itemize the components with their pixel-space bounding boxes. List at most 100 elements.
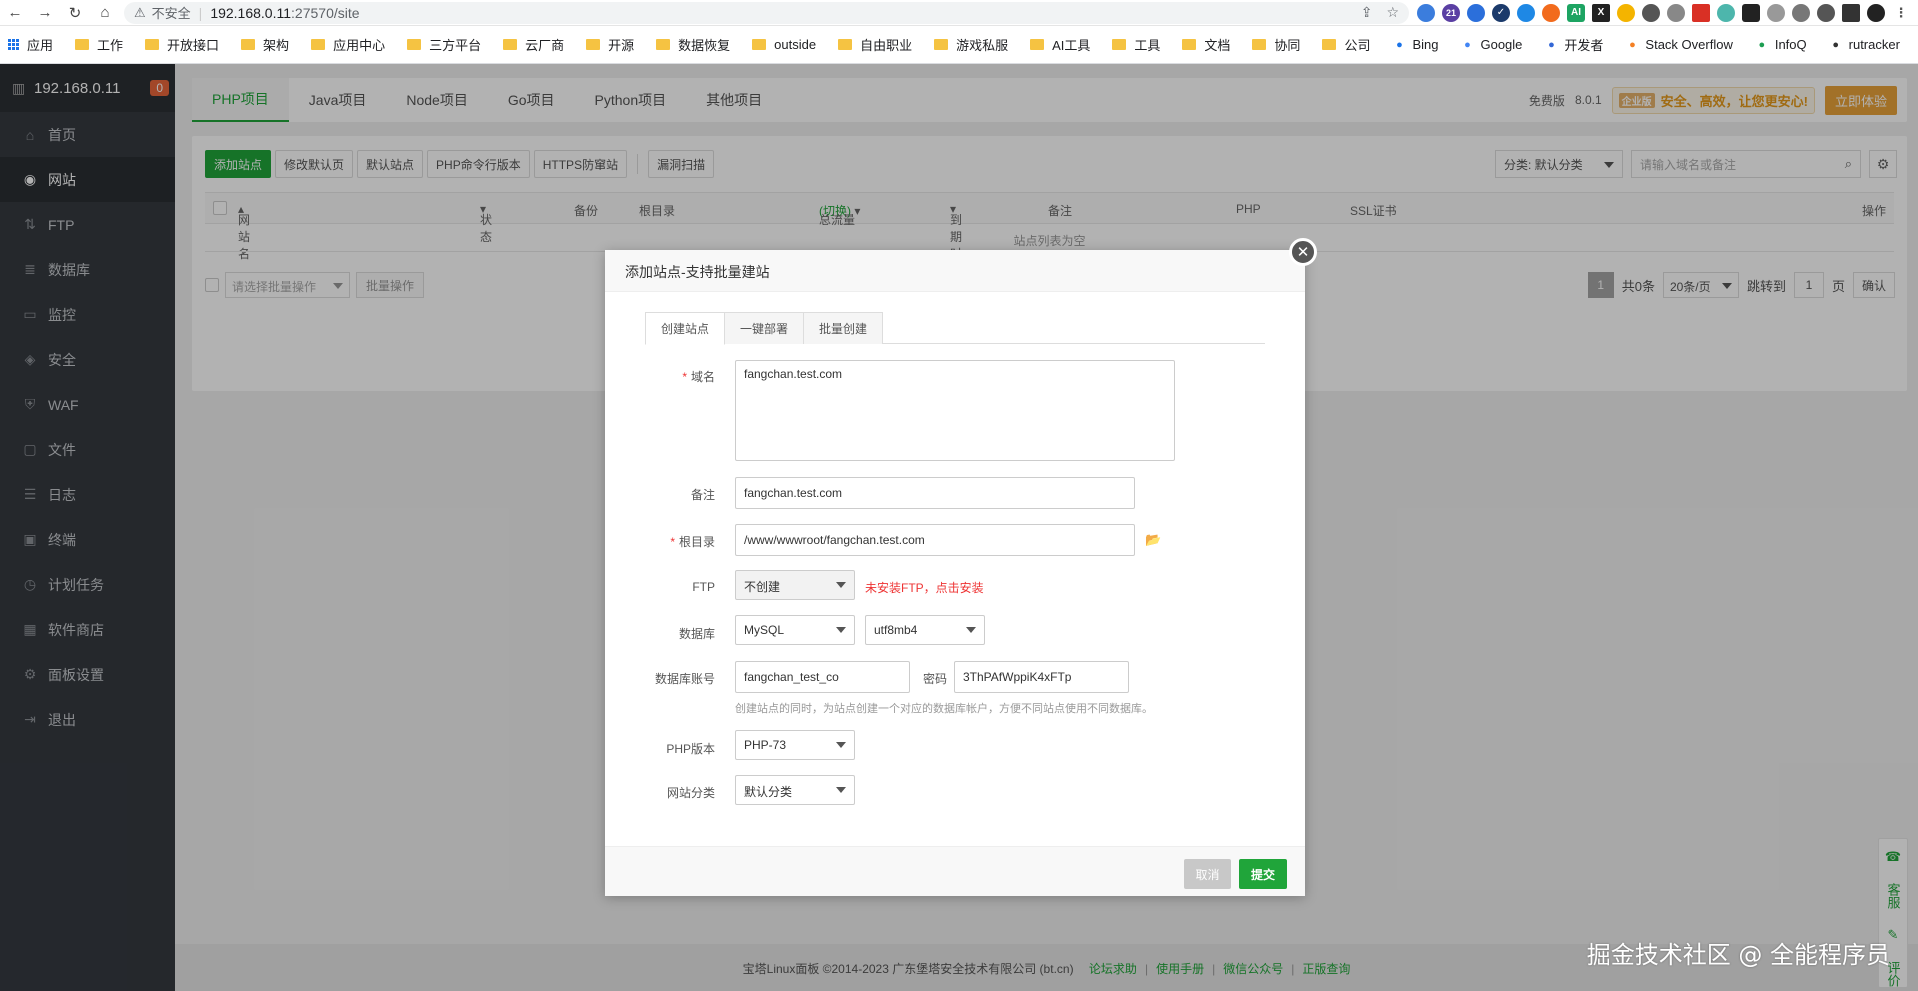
domain-textarea[interactable]: fangchan.test.com — [735, 360, 1175, 461]
forward-icon[interactable]: → — [30, 0, 60, 26]
bookmark-14[interactable]: 文档 — [1182, 35, 1230, 54]
bookmark-label: 开源 — [608, 38, 635, 53]
extension-v-icon[interactable] — [1767, 3, 1785, 22]
dialog-title: 添加站点-支持批量建站 — [605, 250, 1305, 292]
bookmark-22[interactable]: ● rutracker — [1829, 37, 1900, 52]
bookmark-label: 游戏私服 — [956, 38, 1009, 53]
bookmark-10[interactable]: 自由职业 — [838, 35, 912, 54]
folder-open-icon[interactable]: 📂 — [1145, 532, 1163, 547]
extension-speed-icon[interactable] — [1642, 3, 1660, 22]
extension-x-icon[interactable]: X — [1592, 3, 1610, 22]
extension-fe-icon[interactable] — [1692, 3, 1710, 22]
folder-icon — [75, 39, 90, 50]
extension-bird-icon[interactable] — [1717, 3, 1735, 22]
bookmark-18[interactable]: ● Google — [1460, 37, 1522, 52]
bookmark-7[interactable]: 开源 — [586, 35, 634, 54]
root-dir-label: * 根目录 — [670, 535, 715, 549]
bookmark-12[interactable]: AI工具 — [1030, 35, 1090, 54]
bookmark-9[interactable]: outside — [752, 37, 816, 52]
reload-icon[interactable]: ↻ — [60, 0, 90, 26]
more-menu-icon[interactable]: ⋮ — [1892, 3, 1910, 22]
bookmark-label: 工作 — [97, 38, 124, 53]
extension-check-icon[interactable]: ✓ — [1492, 3, 1510, 22]
bookmark-4[interactable]: 应用中心 — [311, 35, 385, 54]
bookmark-3[interactable]: 架构 — [241, 35, 289, 54]
bookmark-8[interactable]: 数据恢复 — [656, 35, 730, 54]
dialog-tab-0[interactable]: 创建站点 — [645, 312, 726, 345]
bookmark-0[interactable]: 应用 — [8, 35, 53, 54]
cancel-button[interactable]: 取消 — [1184, 859, 1231, 889]
bookmark-label: 数据恢复 — [678, 38, 731, 53]
profile-avatar[interactable] — [1867, 3, 1885, 22]
extension-layers-icon[interactable] — [1467, 3, 1485, 22]
site-icon: ● — [1832, 38, 1839, 51]
divider: | — [198, 4, 203, 21]
add-site-dialog: 添加站点-支持批量建站 ✕ 创建站点 一键部署 批量创建 * 域名 fangchan.… — [605, 238, 1317, 896]
db-password-label: 密码 — [923, 672, 948, 686]
db-account-label: 数据库账号 — [654, 672, 715, 686]
back-icon[interactable]: ← — [0, 0, 30, 26]
bookmark-13[interactable]: 工具 — [1112, 35, 1160, 54]
bookmark-6[interactable]: 云厂商 — [503, 35, 564, 54]
dialog-tab-1[interactable]: 一键部署 — [724, 312, 805, 344]
ftp-select[interactable]: 不创建 — [735, 570, 855, 600]
bookmark-label: AI工具 — [1052, 38, 1091, 53]
dialog-footer: 取消 提交 — [605, 846, 1305, 896]
share-icon[interactable]: ⇪ — [1361, 4, 1373, 21]
extension-game-icon[interactable] — [1742, 3, 1760, 22]
sidepanel-icon[interactable] — [1842, 3, 1860, 22]
close-icon[interactable]: ✕ — [1289, 238, 1317, 266]
address-bar[interactable]: ⚠ 不安全 | 192.168.0.11:27570/site ⇪ ☆ — [124, 1, 1409, 24]
site-icon: ● — [1758, 38, 1766, 51]
extension-leaf-icon[interactable] — [1517, 3, 1535, 22]
bookmark-16[interactable]: 公司 — [1322, 35, 1370, 54]
bookmark-17[interactable]: ● Bing — [1392, 37, 1438, 52]
extension-settings-icon[interactable] — [1667, 3, 1685, 22]
dialog-tabs: 创建站点 一键部署 批量创建 — [645, 312, 1265, 345]
folder-icon — [503, 39, 518, 50]
insecure-label: 不安全 — [151, 6, 191, 21]
extension-moon-icon[interactable] — [1617, 3, 1635, 22]
site-icon: ● — [1396, 38, 1403, 51]
bookmark-label: Stack Overflow — [1645, 37, 1733, 52]
bookmark-5[interactable]: 三方平台 — [407, 35, 481, 54]
bookmark-19[interactable]: ● 开发者 — [1544, 35, 1603, 54]
php-version-select[interactable]: PHP-73 — [735, 730, 855, 760]
url-path: :27570/site — [291, 4, 360, 21]
extension-badge-icon[interactable]: 21 — [1442, 3, 1460, 22]
database-type-select[interactable]: MySQL — [735, 615, 855, 645]
remark-input[interactable]: fangchan.test.com — [735, 477, 1135, 509]
root-dir-input[interactable]: /www/wwwroot/fangchan.test.com — [735, 524, 1135, 556]
bookmark-11[interactable]: 游戏私服 — [934, 35, 1008, 54]
warning-icon: ⚠ — [134, 4, 146, 20]
extension-ai-icon[interactable]: AI — [1567, 3, 1585, 22]
ftp-install-link[interactable]: 未安装FTP，点击安装 — [865, 579, 984, 596]
bookmark-21[interactable]: ● InfoQ — [1755, 37, 1807, 52]
bookmark-1[interactable]: 工作 — [75, 35, 123, 54]
php-version-label: PHP版本 — [666, 742, 715, 756]
db-password-input[interactable]: 3ThPAfWppiK4xFTp — [954, 661, 1129, 693]
bookmark-label: Google — [1480, 37, 1523, 52]
database-charset-select[interactable]: utf8mb4 — [865, 615, 985, 645]
bookmark-star-icon[interactable]: ☆ — [1386, 4, 1399, 21]
site-category-select[interactable]: 默认分类 — [735, 775, 855, 805]
submit-button[interactable]: 提交 — [1239, 859, 1287, 889]
extension-globe-icon[interactable] — [1417, 3, 1435, 22]
db-account-input[interactable]: fangchan_test_co — [735, 661, 910, 693]
bookmark-label: InfoQ — [1774, 37, 1807, 52]
home-icon[interactable]: ⌂ — [90, 0, 120, 26]
extension-orange-icon[interactable] — [1542, 3, 1560, 22]
bookmark-label: rutracker — [1848, 37, 1900, 52]
bookmark-label: 开发者 — [1564, 38, 1604, 53]
bookmark-label: 应用 — [27, 38, 54, 53]
dialog-tab-2[interactable]: 批量创建 — [803, 312, 884, 344]
bookmark-2[interactable]: 开放接口 — [145, 35, 219, 54]
folder-icon — [1252, 39, 1267, 50]
extensions-puzzle-icon[interactable] — [1817, 3, 1835, 22]
extension-grid-icon[interactable] — [1792, 3, 1810, 22]
bookmark-20[interactable]: ● Stack Overflow — [1625, 37, 1733, 52]
db-hint: 创建站点的同时，为站点创建一个对应的数据库帐户，方便不同站点使用不同数据库。 — [735, 703, 1153, 715]
bookmark-15[interactable]: 协同 — [1252, 35, 1300, 54]
folder-icon — [1030, 39, 1045, 50]
apps-grid-icon — [8, 39, 19, 50]
